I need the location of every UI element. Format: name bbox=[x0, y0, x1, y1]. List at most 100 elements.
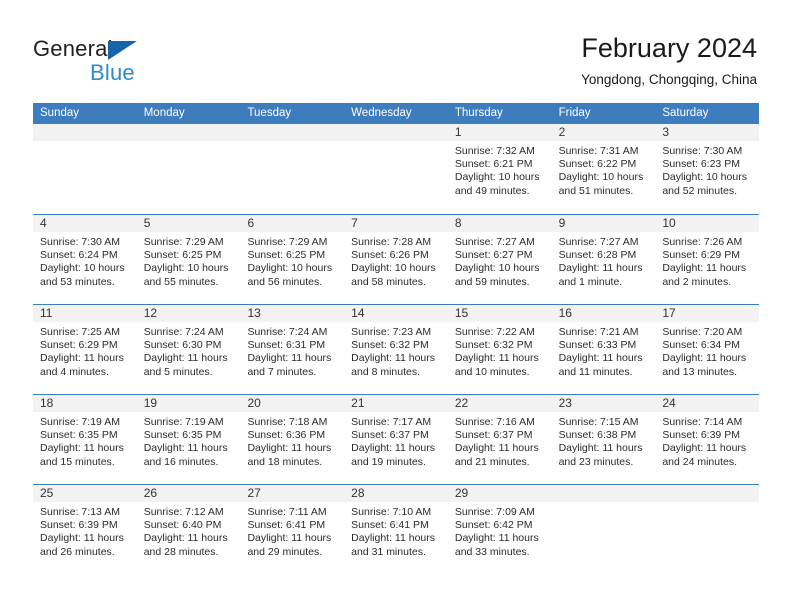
day-cell[interactable]: 13 Sunrise: 7:24 AM Sunset: 6:31 PM Dayligh… bbox=[240, 305, 345, 394]
day-cell[interactable]: 23 Sunrise: 7:15 AM Sunset: 6:38 PM Dayligh… bbox=[551, 395, 656, 484]
page-header: General Blue February 2024 Yongdong, Cho… bbox=[0, 0, 792, 103]
day-cell[interactable] bbox=[136, 124, 241, 214]
sunset-text: Sunset: 6:25 PM bbox=[143, 249, 222, 262]
sunset-text: Sunset: 6:29 PM bbox=[40, 339, 118, 352]
daylight-text-line2: and 8 minutes. bbox=[351, 365, 421, 378]
daylight-text-line2: and 13 minutes. bbox=[662, 365, 738, 378]
daylight-text-line1: Daylight: 10 hours bbox=[454, 262, 540, 275]
day-cell[interactable]: 9 Sunrise: 7:27 AM Sunset: 6:28 PM Daylight… bbox=[551, 215, 656, 304]
week-row: 25 Sunrise: 7:13 AM Sunset: 6:39 PM Dayligh… bbox=[33, 484, 760, 574]
sunset-text: Sunset: 6:28 PM bbox=[558, 249, 637, 262]
day-cell[interactable]: 8 Sunrise: 7:27 AM Sunset: 6:27 PM Daylight… bbox=[447, 215, 552, 304]
day-cell[interactable] bbox=[344, 124, 448, 214]
sunrise-text: Sunrise: 7:13 AM bbox=[40, 506, 120, 518]
day-cell[interactable]: 24 Sunrise: 7:14 AM Sunset: 6:39 PM Dayligh… bbox=[655, 395, 760, 484]
daylight-text-line1: Daylight: 11 hours bbox=[558, 352, 643, 365]
daylight-text-line1: Daylight: 11 hours bbox=[662, 262, 747, 275]
day-number: 5 bbox=[143, 216, 151, 230]
day-number: 17 bbox=[662, 306, 676, 320]
day-number: 18 bbox=[40, 396, 54, 410]
day-cell[interactable]: 2 Sunrise: 7:31 AM Sunset: 6:22 PM Daylight… bbox=[551, 124, 656, 214]
day-cell[interactable]: 7 Sunrise: 7:28 AM Sunset: 6:26 PM Daylight… bbox=[344, 215, 448, 304]
sunset-text: Sunset: 6:27 PM bbox=[454, 249, 533, 262]
day-number: 6 bbox=[247, 216, 255, 230]
calendar-grid: Sunday Monday Tuesday Wednesday Thursday… bbox=[33, 103, 760, 574]
daylight-text-line1: Daylight: 11 hours bbox=[247, 352, 332, 365]
day-cell[interactable]: 16 Sunrise: 7:21 AM Sunset: 6:33 PM Dayligh… bbox=[551, 305, 656, 394]
sunset-text: Sunset: 6:41 PM bbox=[247, 519, 326, 532]
sunrise-text: Sunrise: 7:09 AM bbox=[454, 506, 535, 518]
day-number: 29 bbox=[454, 486, 469, 500]
sunset-text: Sunset: 6:39 PM bbox=[662, 429, 740, 442]
day-cell[interactable] bbox=[240, 124, 345, 214]
daylight-text-line2: and 49 minutes. bbox=[454, 184, 530, 197]
day-number: 9 bbox=[558, 216, 566, 230]
day-cell[interactable]: 11 Sunrise: 7:25 AM Sunset: 6:29 PM Dayligh… bbox=[33, 305, 137, 394]
day-cell[interactable]: 14 Sunrise: 7:23 AM Sunset: 6:32 PM Dayligh… bbox=[344, 305, 448, 394]
day-cell[interactable]: 12 Sunrise: 7:24 AM Sunset: 6:30 PM Dayligh… bbox=[136, 305, 241, 394]
day-number: 27 bbox=[247, 486, 261, 500]
sunrise-text: Sunrise: 7:23 AM bbox=[351, 326, 432, 338]
day-cell[interactable]: 20 Sunrise: 7:18 AM Sunset: 6:36 PM Dayligh… bbox=[240, 395, 345, 484]
sunrise-text: Sunrise: 7:19 AM bbox=[143, 416, 224, 428]
daylight-text-line2: and 11 minutes. bbox=[558, 365, 633, 378]
weekday-sunday: Sunday bbox=[40, 107, 80, 119]
day-cell[interactable]: 1 Sunrise: 7:32 AM Sunset: 6:21 PM Daylight… bbox=[447, 124, 552, 214]
day-cell[interactable]: 5 Sunrise: 7:29 AM Sunset: 6:25 PM Daylight… bbox=[136, 215, 241, 304]
day-cell[interactable]: 10 Sunrise: 7:26 AM Sunset: 6:29 PM Dayligh… bbox=[655, 215, 760, 304]
day-cell[interactable]: 18 Sunrise: 7:19 AM Sunset: 6:35 PM Dayligh… bbox=[33, 395, 137, 484]
day-number: 19 bbox=[143, 396, 158, 410]
day-number: 14 bbox=[351, 306, 365, 320]
day-number: 10 bbox=[662, 216, 676, 230]
title-block: February 2024 Yongdong, Chongqing, China bbox=[581, 32, 757, 90]
day-cell[interactable]: 15 Sunrise: 7:22 AM Sunset: 6:32 PM Dayligh… bbox=[447, 305, 552, 394]
sunrise-text: Sunrise: 7:29 AM bbox=[247, 236, 328, 248]
daylight-text-line2: and 28 minutes. bbox=[143, 545, 219, 558]
day-cell[interactable]: 29 Sunrise: 7:09 AM Sunset: 6:42 PM Dayligh… bbox=[447, 485, 552, 574]
day-cell[interactable]: 17 Sunrise: 7:20 AM Sunset: 6:34 PM Dayligh… bbox=[655, 305, 760, 394]
daylight-text-line1: Daylight: 11 hours bbox=[558, 262, 643, 275]
daylight-text-line1: Daylight: 11 hours bbox=[351, 532, 436, 545]
weekday-header-row: Sunday Monday Tuesday Wednesday Thursday… bbox=[33, 103, 759, 124]
day-cell[interactable]: 6 Sunrise: 7:29 AM Sunset: 6:25 PM Daylight… bbox=[240, 215, 345, 304]
daylight-text-line2: and 31 minutes. bbox=[351, 545, 426, 558]
day-cell[interactable]: 21 Sunrise: 7:17 AM Sunset: 6:37 PM Dayligh… bbox=[344, 395, 448, 484]
day-cell[interactable]: 26 Sunrise: 7:12 AM Sunset: 6:40 PM Dayligh… bbox=[136, 485, 241, 574]
page-title: February 2024 bbox=[581, 33, 757, 63]
sunrise-text: Sunrise: 7:31 AM bbox=[558, 145, 639, 157]
day-number: 25 bbox=[40, 486, 54, 500]
daylight-text-line2: and 18 minutes. bbox=[247, 455, 323, 468]
day-cell[interactable]: 28 Sunrise: 7:10 AM Sunset: 6:41 PM Dayligh… bbox=[344, 485, 448, 574]
day-cell[interactable]: 27 Sunrise: 7:11 AM Sunset: 6:41 PM Dayligh… bbox=[240, 485, 345, 574]
daylight-text-line1: Daylight: 11 hours bbox=[143, 442, 228, 455]
day-cell[interactable] bbox=[551, 485, 656, 574]
daylight-text-line2: and 33 minutes. bbox=[454, 545, 530, 558]
sunset-text: Sunset: 6:24 PM bbox=[40, 249, 118, 262]
daylight-text-line2: and 10 minutes. bbox=[454, 365, 530, 378]
day-cell[interactable]: 22 Sunrise: 7:16 AM Sunset: 6:37 PM Dayligh… bbox=[447, 395, 552, 484]
day-cell[interactable]: 25 Sunrise: 7:13 AM Sunset: 6:39 PM Dayligh… bbox=[33, 485, 137, 574]
day-number: 7 bbox=[351, 216, 358, 230]
daylight-text-line2: and 1 minute. bbox=[558, 275, 623, 288]
daylight-text-line2: and 16 minutes. bbox=[143, 455, 219, 468]
day-cell[interactable]: 4 Sunrise: 7:30 AM Sunset: 6:24 PM Daylight… bbox=[33, 215, 137, 304]
daylight-text-line1: Daylight: 11 hours bbox=[454, 532, 539, 545]
day-number: 16 bbox=[558, 306, 572, 320]
sunrise-text: Sunrise: 7:24 AM bbox=[247, 326, 328, 338]
day-cell[interactable]: 19 Sunrise: 7:19 AM Sunset: 6:35 PM Dayligh… bbox=[136, 395, 241, 484]
sunset-text: Sunset: 6:35 PM bbox=[143, 429, 222, 442]
sunrise-text: Sunrise: 7:15 AM bbox=[558, 416, 639, 428]
daylight-text-line1: Daylight: 11 hours bbox=[662, 442, 747, 455]
day-cell[interactable] bbox=[655, 485, 760, 574]
weekday-friday: Friday bbox=[558, 107, 591, 119]
daylight-text-line1: Daylight: 10 hours bbox=[143, 262, 229, 275]
day-cell[interactable] bbox=[33, 124, 137, 214]
day-cell[interactable]: 3 Sunrise: 7:30 AM Sunset: 6:23 PM Daylight… bbox=[655, 124, 760, 214]
sunset-text: Sunset: 6:23 PM bbox=[662, 158, 740, 171]
sunset-text: Sunset: 6:33 PM bbox=[558, 339, 637, 352]
sunrise-text: Sunrise: 7:26 AM bbox=[662, 236, 743, 248]
daylight-text-line2: and 59 minutes. bbox=[454, 275, 530, 288]
week-row: 11 Sunrise: 7:25 AM Sunset: 6:29 PM Dayligh… bbox=[33, 304, 760, 394]
daylight-text-line2: and 19 minutes. bbox=[351, 455, 426, 468]
daylight-text-line1: Daylight: 11 hours bbox=[247, 532, 332, 545]
